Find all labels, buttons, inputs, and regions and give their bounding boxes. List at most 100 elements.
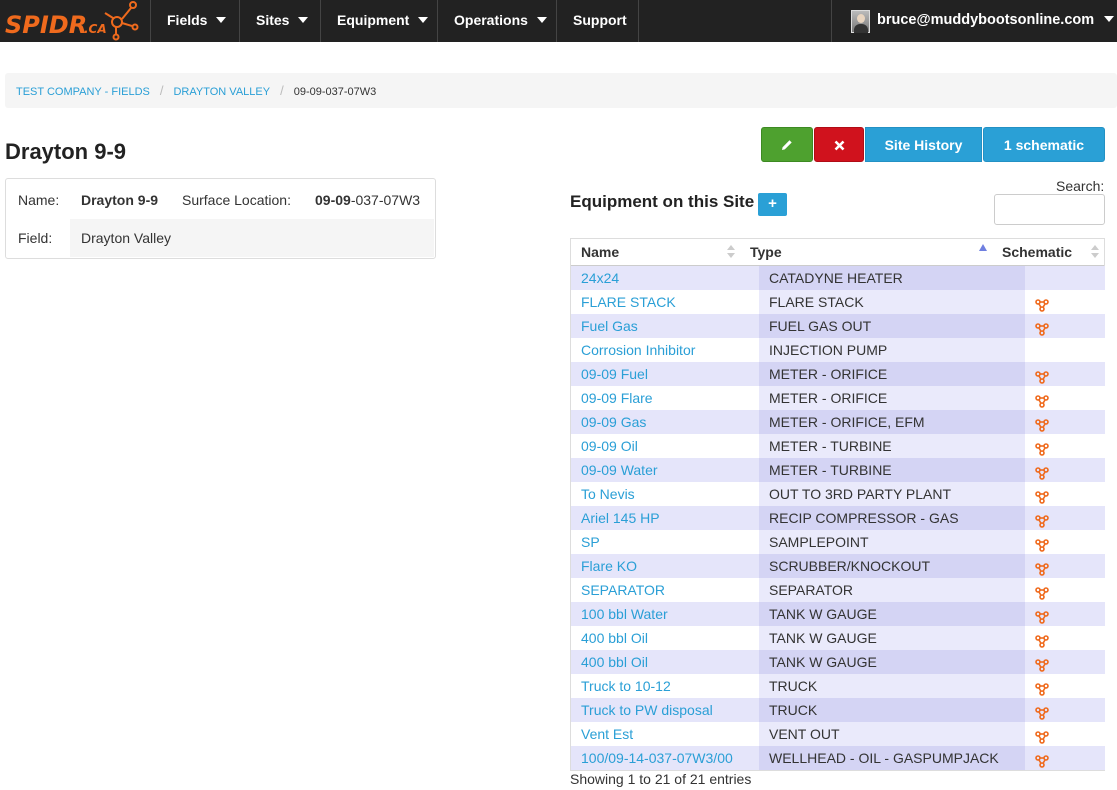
schematic-icon[interactable]	[1035, 367, 1049, 384]
cell-name: 09-09 Oil	[571, 434, 759, 458]
equipment-link[interactable]: Corrosion Inhibitor	[581, 342, 695, 358]
cell-schematic	[1025, 314, 1105, 338]
nav-fields[interactable]: Fields	[150, 0, 240, 42]
cell-schematic	[1025, 722, 1105, 746]
equipment-link[interactable]: 24x24	[581, 270, 619, 286]
schematic-icon[interactable]	[1035, 703, 1049, 720]
column-header-name[interactable]: Name	[581, 239, 619, 265]
equipment-link[interactable]: 100/09-14-037-07W3/00	[581, 750, 733, 766]
sort-icon	[727, 245, 735, 250]
breadcrumb-separator: /	[280, 83, 284, 98]
search-input[interactable]	[994, 194, 1105, 225]
schematic-icon[interactable]	[1035, 295, 1049, 312]
schematic-icon[interactable]	[1035, 463, 1049, 480]
schematic-icon[interactable]	[1035, 415, 1049, 432]
cell-name: Flare KO	[571, 554, 759, 578]
equipment-link[interactable]: 09-09 Fuel	[581, 366, 648, 382]
cell-name: 09-09 Gas	[571, 410, 759, 434]
schematic-icon[interactable]	[1035, 631, 1049, 648]
equipment-link[interactable]: SP	[581, 534, 600, 550]
cell-type: TRUCK	[759, 674, 1025, 698]
cell-type: OUT TO 3RD PARTY PLANT	[759, 482, 1025, 506]
table-row: Fuel Gas FUEL GAS OUT	[571, 314, 1105, 338]
equipment-link[interactable]: Flare KO	[581, 558, 637, 574]
nav-operations[interactable]: Operations	[437, 0, 557, 42]
equipment-link[interactable]: SEPARATOR	[581, 582, 665, 598]
cell-schematic	[1025, 266, 1105, 290]
equipment-link[interactable]: 09-09 Flare	[581, 390, 653, 406]
cell-name: 09-09 Fuel	[571, 362, 759, 386]
equipment-link[interactable]: Truck to PW disposal	[581, 702, 713, 718]
equipment-link[interactable]: 09-09 Water	[581, 462, 658, 478]
edit-button[interactable]	[761, 127, 813, 162]
schematic-icon[interactable]	[1035, 583, 1049, 600]
schematic-icon[interactable]	[1035, 511, 1049, 528]
delete-button[interactable]	[814, 127, 864, 162]
schematic-icon[interactable]	[1035, 391, 1049, 408]
equipment-link[interactable]: Ariel 145 HP	[581, 510, 660, 526]
table-row: 09-09 Water METER - TURBINE	[571, 458, 1105, 482]
table-row: 09-09 Gas METER - ORIFICE, EFM	[571, 410, 1105, 434]
cell-type: SEPARATOR	[759, 578, 1025, 602]
schematic-button[interactable]: 1 schematic	[983, 127, 1105, 162]
equipment-link[interactable]: 400 bbl Oil	[581, 630, 648, 646]
cell-name: Fuel Gas	[571, 314, 759, 338]
equipment-link[interactable]: To Nevis	[581, 486, 635, 502]
cell-schematic	[1025, 746, 1105, 770]
spidr-logo[interactable]: SPIDR .CA	[4, 0, 150, 42]
equipment-link[interactable]: 09-09 Oil	[581, 438, 638, 454]
cell-type: TRUCK	[759, 698, 1025, 722]
equipment-link[interactable]: Truck to 10-12	[581, 678, 671, 694]
table-row: 400 bbl Oil TANK W GAUGE	[571, 626, 1105, 650]
schematic-icon[interactable]	[1035, 727, 1049, 744]
equipment-link[interactable]: Vent Est	[581, 726, 633, 742]
column-header-schematic[interactable]: Schematic	[1002, 239, 1072, 265]
nav-sites[interactable]: Sites	[239, 0, 320, 42]
equipment-link[interactable]: 100 bbl Water	[581, 606, 668, 622]
user-email: bruce@muddybootsonline.com	[877, 12, 1095, 28]
nav-support[interactable]: Support	[556, 0, 639, 42]
pencil-icon	[782, 140, 792, 150]
column-header-type[interactable]: Type	[750, 239, 782, 265]
schematic-icon[interactable]	[1035, 439, 1049, 456]
user-menu[interactable]: bruce@muddybootsonline.com	[831, 0, 1117, 42]
equipment-link[interactable]: 400 bbl Oil	[581, 654, 648, 670]
nav-support-label: Support	[573, 12, 627, 28]
cell-name: 09-09 Water	[571, 458, 759, 482]
nav-equipment[interactable]: Equipment	[320, 0, 438, 42]
surface-location-label: Surface Location:	[182, 192, 291, 208]
cell-schematic	[1025, 458, 1105, 482]
schematic-icon[interactable]	[1035, 655, 1049, 672]
cell-type: VENT OUT	[759, 722, 1025, 746]
equipment-title: Equipment on this Site	[570, 192, 755, 211]
surface-location-value: 09-09-037-07W3	[315, 181, 420, 219]
breadcrumb-separator: /	[159, 83, 164, 98]
cell-type: FUEL GAS OUT	[759, 314, 1025, 338]
table-row: SEPARATOR SEPARATOR	[571, 578, 1105, 602]
cell-type: TANK W GAUGE	[759, 650, 1025, 674]
caret-down-icon	[1104, 16, 1115, 22]
schematic-icon[interactable]	[1035, 319, 1049, 336]
breadcrumb-field[interactable]: DRAYTON VALLEY	[173, 86, 270, 98]
site-history-button[interactable]: Site History	[865, 127, 982, 162]
cell-name: 400 bbl Oil	[571, 626, 759, 650]
table-row: Ariel 145 HP RECIP COMPRESSOR - GAS	[571, 506, 1105, 530]
schematic-icon[interactable]	[1035, 559, 1049, 576]
equipment-link[interactable]: Fuel Gas	[581, 318, 638, 334]
schematic-icon[interactable]	[1035, 679, 1049, 696]
cell-name: Ariel 145 HP	[571, 506, 759, 530]
schematic-icon[interactable]	[1035, 607, 1049, 624]
cell-type: CATADYNE HEATER	[759, 266, 1025, 290]
add-equipment-button[interactable]: +	[758, 193, 787, 216]
nav-equipment-label: Equipment	[337, 12, 410, 28]
equipment-link[interactable]: 09-09 Gas	[581, 414, 646, 430]
cell-name: To Nevis	[571, 482, 759, 506]
site-info-panel: Name: Drayton 9-9 Surface Location: 09-0…	[5, 178, 436, 259]
breadcrumb-company[interactable]: TEST COMPANY - FIELDS	[16, 86, 150, 98]
equipment-link[interactable]: FLARE STACK	[581, 294, 676, 310]
schematic-icon[interactable]	[1035, 487, 1049, 504]
site-info-row-name: Name: Drayton 9-9 Surface Location: 09-0…	[6, 181, 435, 219]
times-icon	[834, 140, 844, 151]
schematic-icon[interactable]	[1035, 751, 1049, 768]
schematic-icon[interactable]	[1035, 535, 1049, 552]
